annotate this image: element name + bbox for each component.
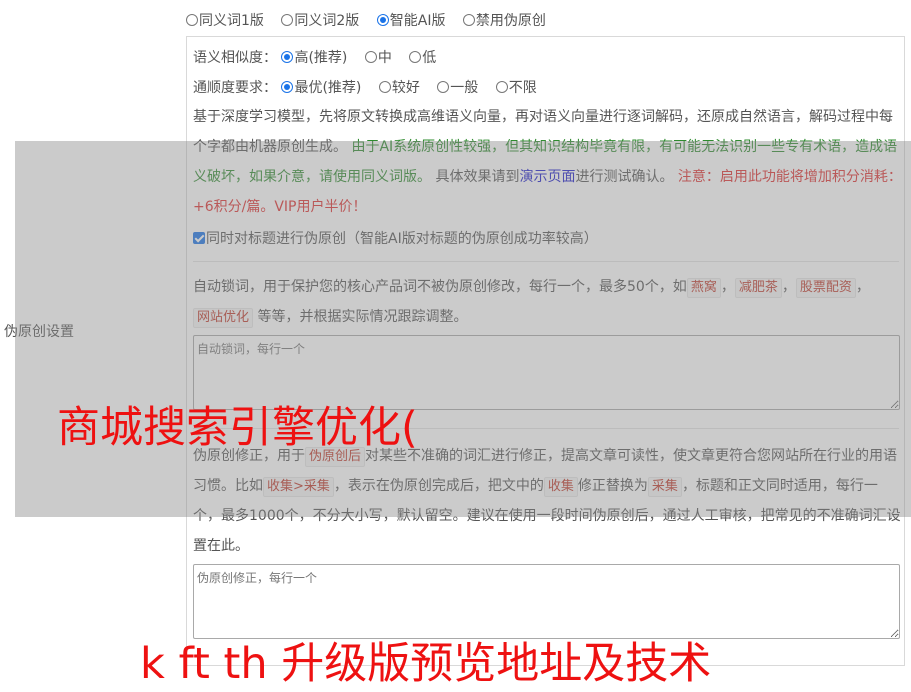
version-radio-group: 同义词1版 同义词2版 智能AI版 禁用伪原创 [186, 10, 559, 30]
version-option-ai[interactable]: 智能AI版 [376, 10, 445, 30]
example-keyword-chip: 减肥茶 [734, 278, 782, 298]
radio-selected-icon[interactable] [281, 51, 294, 63]
lock-words-description: 自动锁词，用于保护您的核心产品词不被伪原创修改，每行一个，最多50个，如 燕窝，减… [193, 272, 902, 332]
radio-icon[interactable] [409, 51, 422, 63]
radio-icon[interactable] [186, 14, 198, 26]
checkbox-checked-icon[interactable] [193, 232, 205, 244]
version-option-synonym2[interactable]: 同义词2版 [281, 10, 359, 30]
example-keyword-chip: 股票配资 [795, 278, 856, 298]
version-option-synonym1[interactable]: 同义词1版 [186, 10, 264, 30]
radio-selected-icon[interactable] [281, 81, 294, 93]
correction-description: 伪原创修正，用于 伪原创后 对某些不准确的词汇进行修正，提高文章可读性，使文章更符合… [193, 447, 901, 554]
example-keyword-chip: 网站优化 [193, 308, 254, 328]
pseudo-original-settings-label: 伪原创设置 [4, 324, 74, 340]
example-chip: 收集 [543, 477, 578, 497]
radio-selected-icon[interactable] [376, 14, 389, 26]
similarity-option-low[interactable]: 低 [409, 47, 436, 67]
radio-icon[interactable] [378, 81, 391, 93]
ai-settings-panel: 语义相似度： 高(推荐) 中 低 通顺度要求： 最优(推荐) 较好 一般 不限 … [186, 36, 905, 666]
version-option-disabled[interactable]: 禁用伪原创 [462, 10, 546, 30]
similarity-option-medium[interactable]: 中 [364, 47, 392, 67]
lock-words-textarea[interactable] [193, 335, 900, 410]
radio-icon[interactable] [495, 81, 508, 93]
fluency-option-best[interactable]: 最优(推荐) [281, 77, 361, 97]
ai-description: 基于深度学习模型，先将原文转换成高维语义向量，再对语义向量进行逐词解码，还原成自… [193, 109, 902, 215]
similarity-row: 语义相似度： 高(推荐) 中 低 [193, 47, 449, 67]
radio-icon[interactable] [364, 51, 377, 63]
example-chip: 采集 [647, 477, 682, 497]
fluency-option-good[interactable]: 较好 [378, 77, 420, 97]
similarity-label: 语义相似度： [193, 50, 277, 66]
radio-icon[interactable] [437, 81, 450, 93]
fluency-label: 通顺度要求： [193, 80, 277, 96]
title-checkbox-row[interactable]: 同时对标题进行伪原创（智能AI版对标题的伪原创成功率较高） [193, 228, 598, 248]
fluency-row: 通顺度要求： 最优(推荐) 较好 一般 不限 [193, 77, 550, 97]
overlay-headline: 商城搜索引擎优化( [57, 403, 418, 453]
radio-icon[interactable] [462, 14, 475, 26]
demo-page-link[interactable]: 演示页面 [519, 169, 575, 185]
fluency-option-unlimited[interactable]: 不限 [495, 77, 537, 97]
example-keyword-chip: 燕窝 [686, 278, 721, 298]
similarity-option-high[interactable]: 高(推荐) [281, 47, 347, 67]
fluency-option-normal[interactable]: 一般 [437, 77, 478, 97]
example-chip: 收集>采集 [263, 477, 334, 497]
correction-textarea[interactable] [193, 564, 900, 639]
radio-icon[interactable] [281, 14, 294, 26]
overlay-headline-cut: k ft th 升级版预览地址及技术 [140, 639, 712, 689]
divider [193, 261, 899, 262]
